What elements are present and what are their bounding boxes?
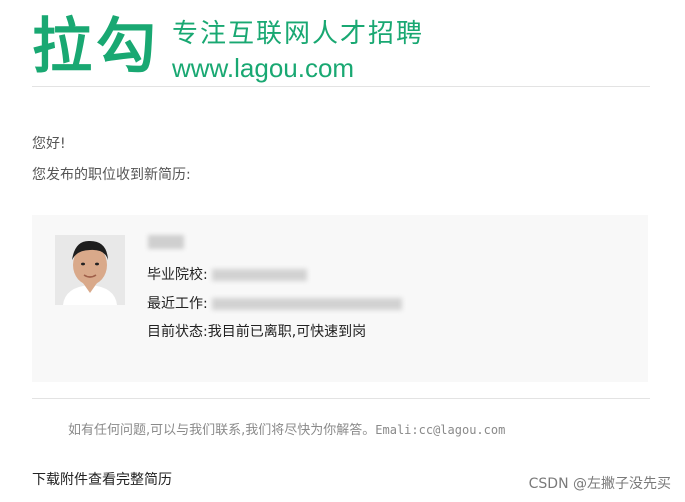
status-value: 我目前已离职,可快速到岗 [207,324,367,340]
domain-text: www.lagou.com [172,53,355,83]
avatar-photo-icon [55,235,125,305]
csdn-watermark: CSDN @左撇子没先买 [528,476,671,492]
intro-text: 您发布的职位收到新简历: [32,167,191,183]
school-row: 毕业院校: [147,265,308,285]
divider [32,398,650,399]
greeting: 您好! [32,136,66,152]
tagline: 专注互联网人才招聘 [172,19,425,49]
status-label: 目前状态: [147,324,208,340]
recent-work-value-redacted [212,298,403,310]
status-row: 目前状态:我目前已离职,可快速到岗 [147,322,366,342]
email-header: 拉勾 专注互联网人才招聘 www.lagou.com [32,12,650,87]
contact-text: 如有任何问题,可以与我们联系,我们将尽快为你解答。 [68,423,376,438]
recent-work-row: 最近工作: [147,294,403,314]
recent-work-label: 最近工作: [147,296,208,312]
school-label: 毕业院校: [147,267,208,283]
divider [32,86,650,87]
lagou-logo: 拉勾 [32,12,160,82]
download-attachment-link[interactable]: 下载附件查看完整简历 [32,469,172,491]
contact-email-label: Emali: [375,423,419,437]
contact-email-link[interactable]: cc@lagou.com [419,423,506,437]
avatar [55,235,125,305]
contact-info: 如有任何问题,可以与我们联系,我们将尽快为你解答。Emali:cc@lagou.… [68,420,505,441]
school-value-redacted [212,269,308,281]
resume-card: 毕业院校: 最近工作: 目前状态:我目前已离职,可快速到岗 [32,215,648,382]
candidate-name-redacted [148,235,184,249]
